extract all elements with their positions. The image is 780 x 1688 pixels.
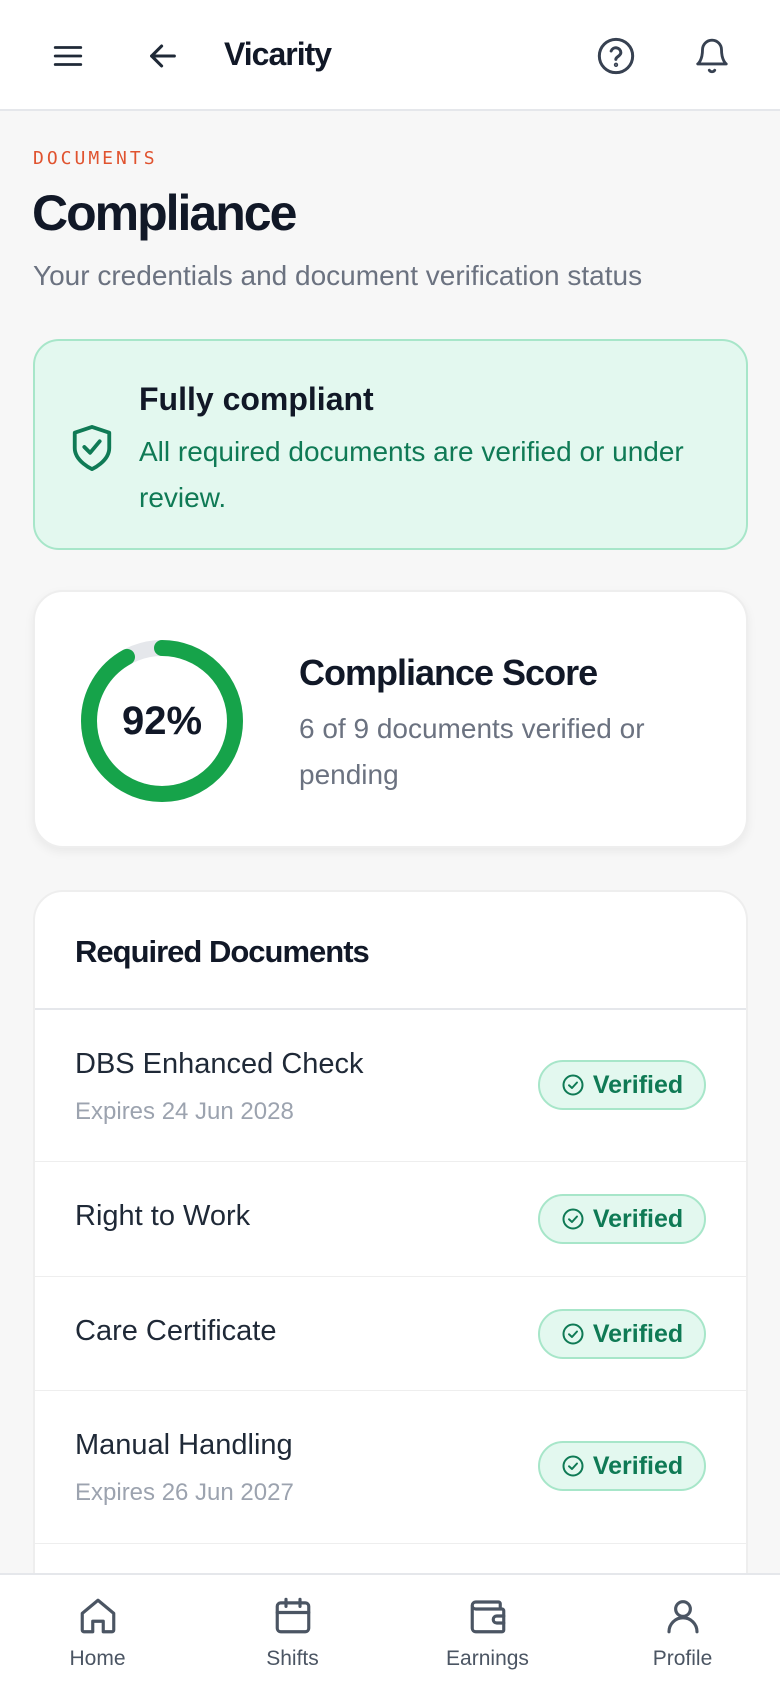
score-title: Compliance Score (299, 652, 598, 693)
app-title: Vicarity (224, 36, 332, 72)
nav-label: Profile (652, 1647, 713, 1670)
document-name: DBS Enhanced Check (75, 1048, 364, 1080)
nav-item-home[interactable]: Home (0, 1575, 195, 1688)
check-circle-icon (562, 1208, 584, 1230)
verified-badge[interactable]: Verified (538, 1060, 706, 1110)
nav-item-earnings[interactable]: Earnings (390, 1575, 585, 1688)
score-text: 6 of 9 documents verified or pending (299, 713, 645, 790)
nav-item-profile[interactable]: Profile (585, 1575, 780, 1688)
badge-label: Verified (592, 1451, 684, 1480)
document-row[interactable]: Care Certificate Verified (35, 1277, 746, 1391)
bottom-navigation: Home Shifts Earnings Profile (0, 1573, 780, 1688)
document-expiry: Expires 24 Jun 2028 (75, 1098, 294, 1125)
menu-button[interactable] (40, 28, 96, 84)
section-eyebrow: DOCUMENTS (33, 148, 158, 169)
score-percent: 92% (121, 698, 203, 743)
menu-icon (53, 46, 83, 66)
verified-badge[interactable]: Verified (538, 1441, 706, 1491)
page-title: Compliance (32, 185, 297, 241)
document-name: Right to Work (75, 1200, 251, 1232)
nav-label: Shifts (266, 1647, 319, 1670)
compliance-status-banner: Fully compliant All required documents a… (33, 339, 748, 550)
page-subtitle: Your credentials and document verificati… (33, 260, 643, 291)
check-circle-icon (562, 1323, 584, 1345)
shield-check-icon (72, 424, 112, 471)
calendar-icon (275, 1597, 311, 1634)
badge-label: Verified (592, 1204, 684, 1233)
back-button[interactable] (135, 28, 191, 84)
badge-label: Verified (592, 1070, 684, 1099)
documents-header: Required Documents (35, 892, 746, 1010)
document-name: Manual Handling (75, 1429, 293, 1461)
notifications-button[interactable] (684, 28, 740, 84)
banner-title: Fully compliant (139, 381, 374, 417)
help-button[interactable] (588, 28, 644, 84)
back-arrow-icon (150, 44, 176, 68)
check-circle-icon (562, 1455, 584, 1477)
top-app-bar: Vicarity (0, 0, 780, 111)
document-expiry: Expires 26 Jun 2027 (75, 1479, 294, 1506)
app-root: Vicarity DOCUMENTS Compliance Your crede… (0, 0, 780, 1688)
bell-icon (696, 38, 728, 74)
required-documents-card: Required Documents DBS Enhanced Check Ex… (33, 890, 748, 1650)
compliance-score-card: 92% Compliance Score 6 of 9 documents ve… (33, 590, 748, 848)
wallet-icon (470, 1600, 506, 1634)
badge-label: Verified (592, 1319, 684, 1348)
check-circle-icon (562, 1074, 584, 1096)
home-icon (80, 1598, 116, 1634)
document-row[interactable]: DBS Enhanced Check Expires 24 Jun 2028 V… (35, 1010, 746, 1162)
document-name: Care Certificate (75, 1315, 277, 1347)
help-circle-icon (597, 37, 635, 75)
documents-title: Required Documents (75, 934, 370, 969)
nav-label: Earnings (446, 1647, 529, 1670)
banner-text: All required documents are verified or u… (139, 436, 684, 513)
verified-badge[interactable]: Verified (538, 1309, 706, 1359)
document-row[interactable]: Manual Handling Expires 26 Jun 2027 Veri… (35, 1391, 746, 1544)
nav-label: Home (69, 1647, 126, 1670)
verified-badge[interactable]: Verified (538, 1194, 706, 1244)
document-row[interactable]: Right to Work Verified (35, 1162, 746, 1277)
user-icon (667, 1600, 699, 1634)
nav-item-shifts[interactable]: Shifts (195, 1575, 390, 1688)
